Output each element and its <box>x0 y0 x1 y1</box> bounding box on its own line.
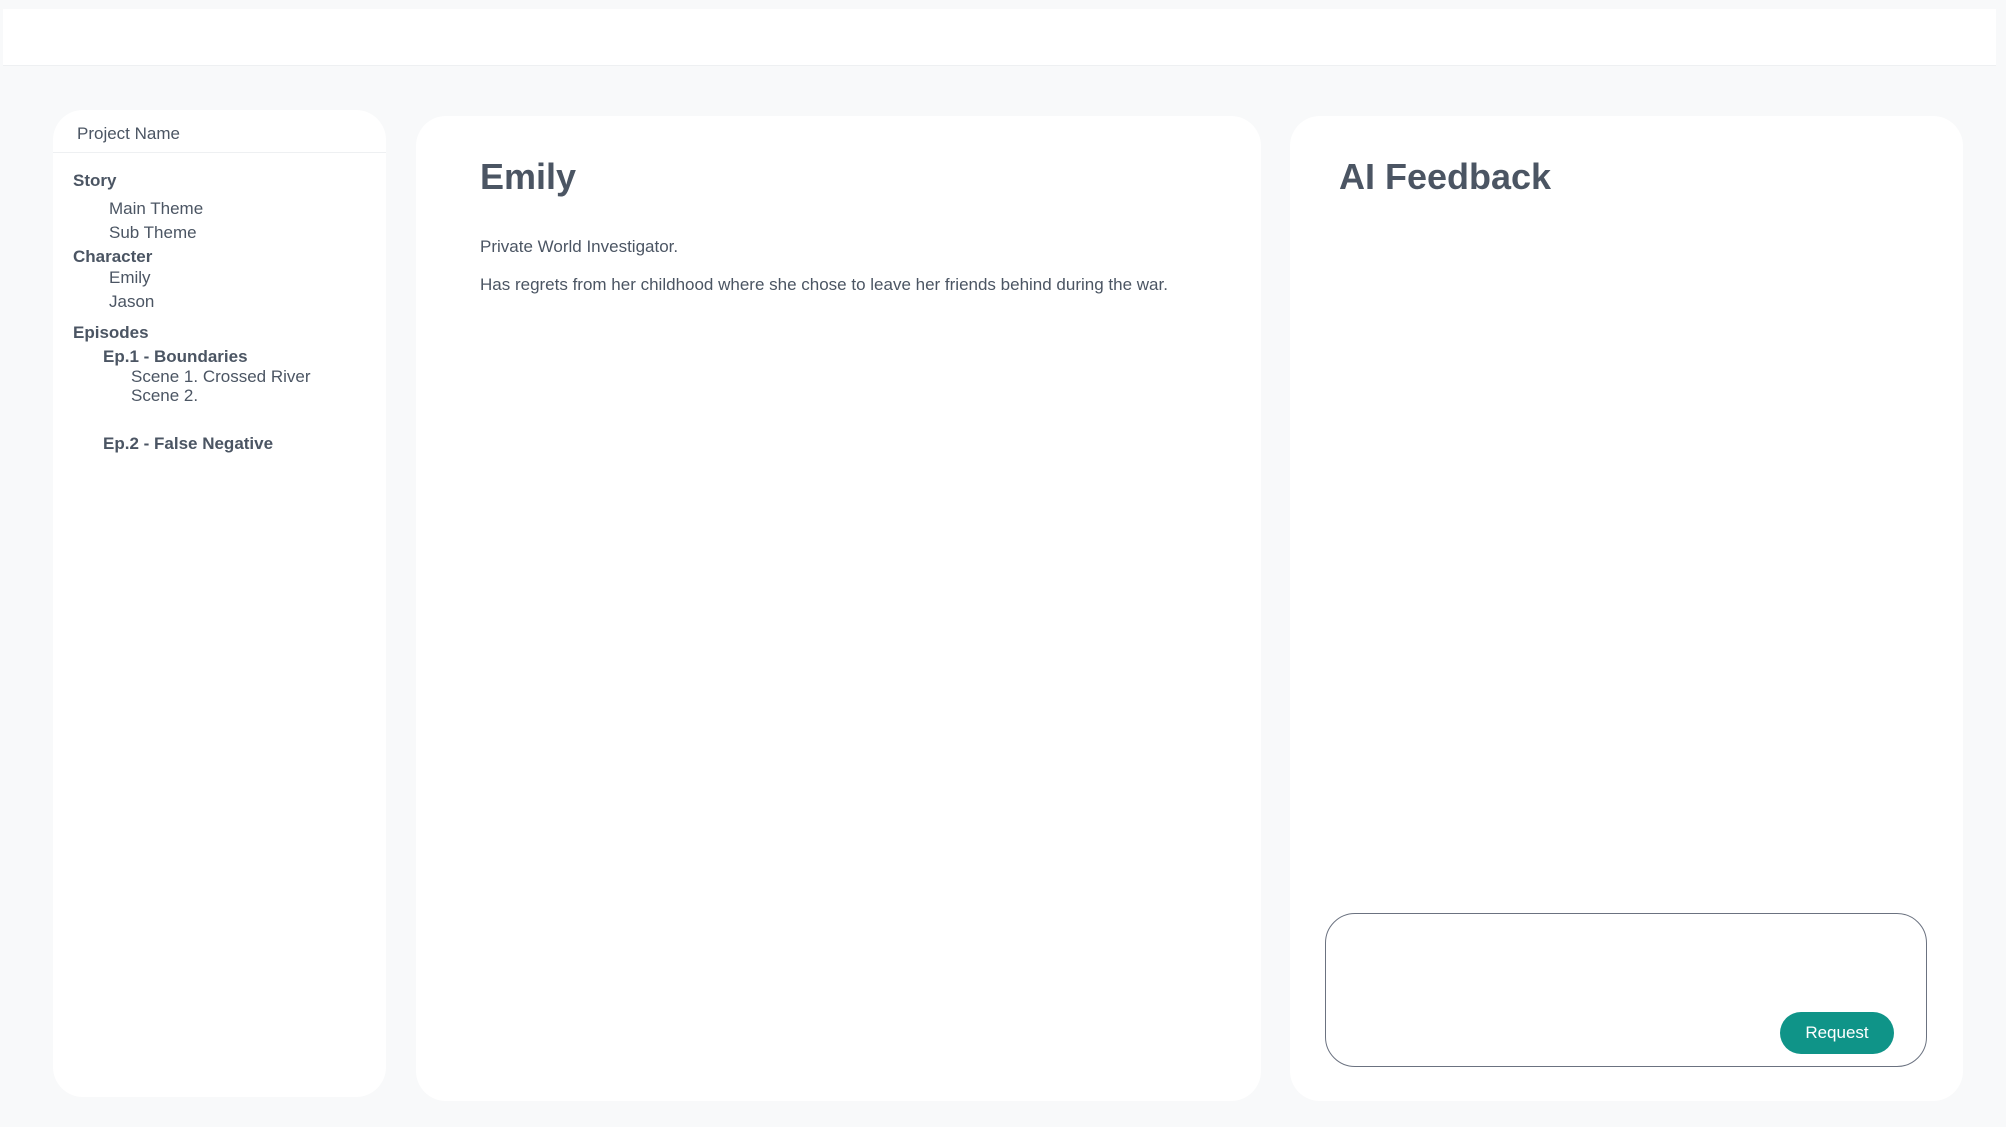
nav-section-character[interactable]: Character <box>73 247 152 267</box>
request-button[interactable]: Request <box>1780 1012 1894 1054</box>
sidebar-navigation: Project Name Story Main Theme Sub Theme … <box>53 110 386 1097</box>
description-line-2[interactable]: Has regrets from her childhood where she… <box>480 275 1168 295</box>
project-name[interactable]: Project Name <box>77 124 180 144</box>
nav-episode-2[interactable]: Ep.2 - False Negative <box>103 434 273 454</box>
description-line-1[interactable]: Private World Investigator. <box>480 237 678 257</box>
nav-item-sub-theme[interactable]: Sub Theme <box>109 223 197 243</box>
editor-panel: Emily Private World Investigator. Has re… <box>416 116 1261 1101</box>
ai-feedback-title: AI Feedback <box>1339 156 1552 197</box>
top-bar <box>3 9 1996 66</box>
nav-episode-1[interactable]: Ep.1 - Boundaries <box>103 347 248 367</box>
nav-scene-2[interactable]: Scene 2. <box>131 386 198 406</box>
nav-item-main-theme[interactable]: Main Theme <box>109 199 203 219</box>
nav-item-emily[interactable]: Emily <box>109 268 151 288</box>
nav-section-story[interactable]: Story <box>73 171 116 191</box>
nav-scene-1[interactable]: Scene 1. Crossed River <box>131 367 311 387</box>
sidebar-divider <box>53 152 386 153</box>
ai-feedback-panel: AI Feedback Request <box>1290 116 1963 1101</box>
nav-item-jason[interactable]: Jason <box>109 292 154 312</box>
request-box: Request <box>1325 913 1927 1067</box>
request-input[interactable] <box>1346 928 1790 1052</box>
page-title: Emily <box>480 156 577 197</box>
nav-section-episodes[interactable]: Episodes <box>73 323 149 343</box>
